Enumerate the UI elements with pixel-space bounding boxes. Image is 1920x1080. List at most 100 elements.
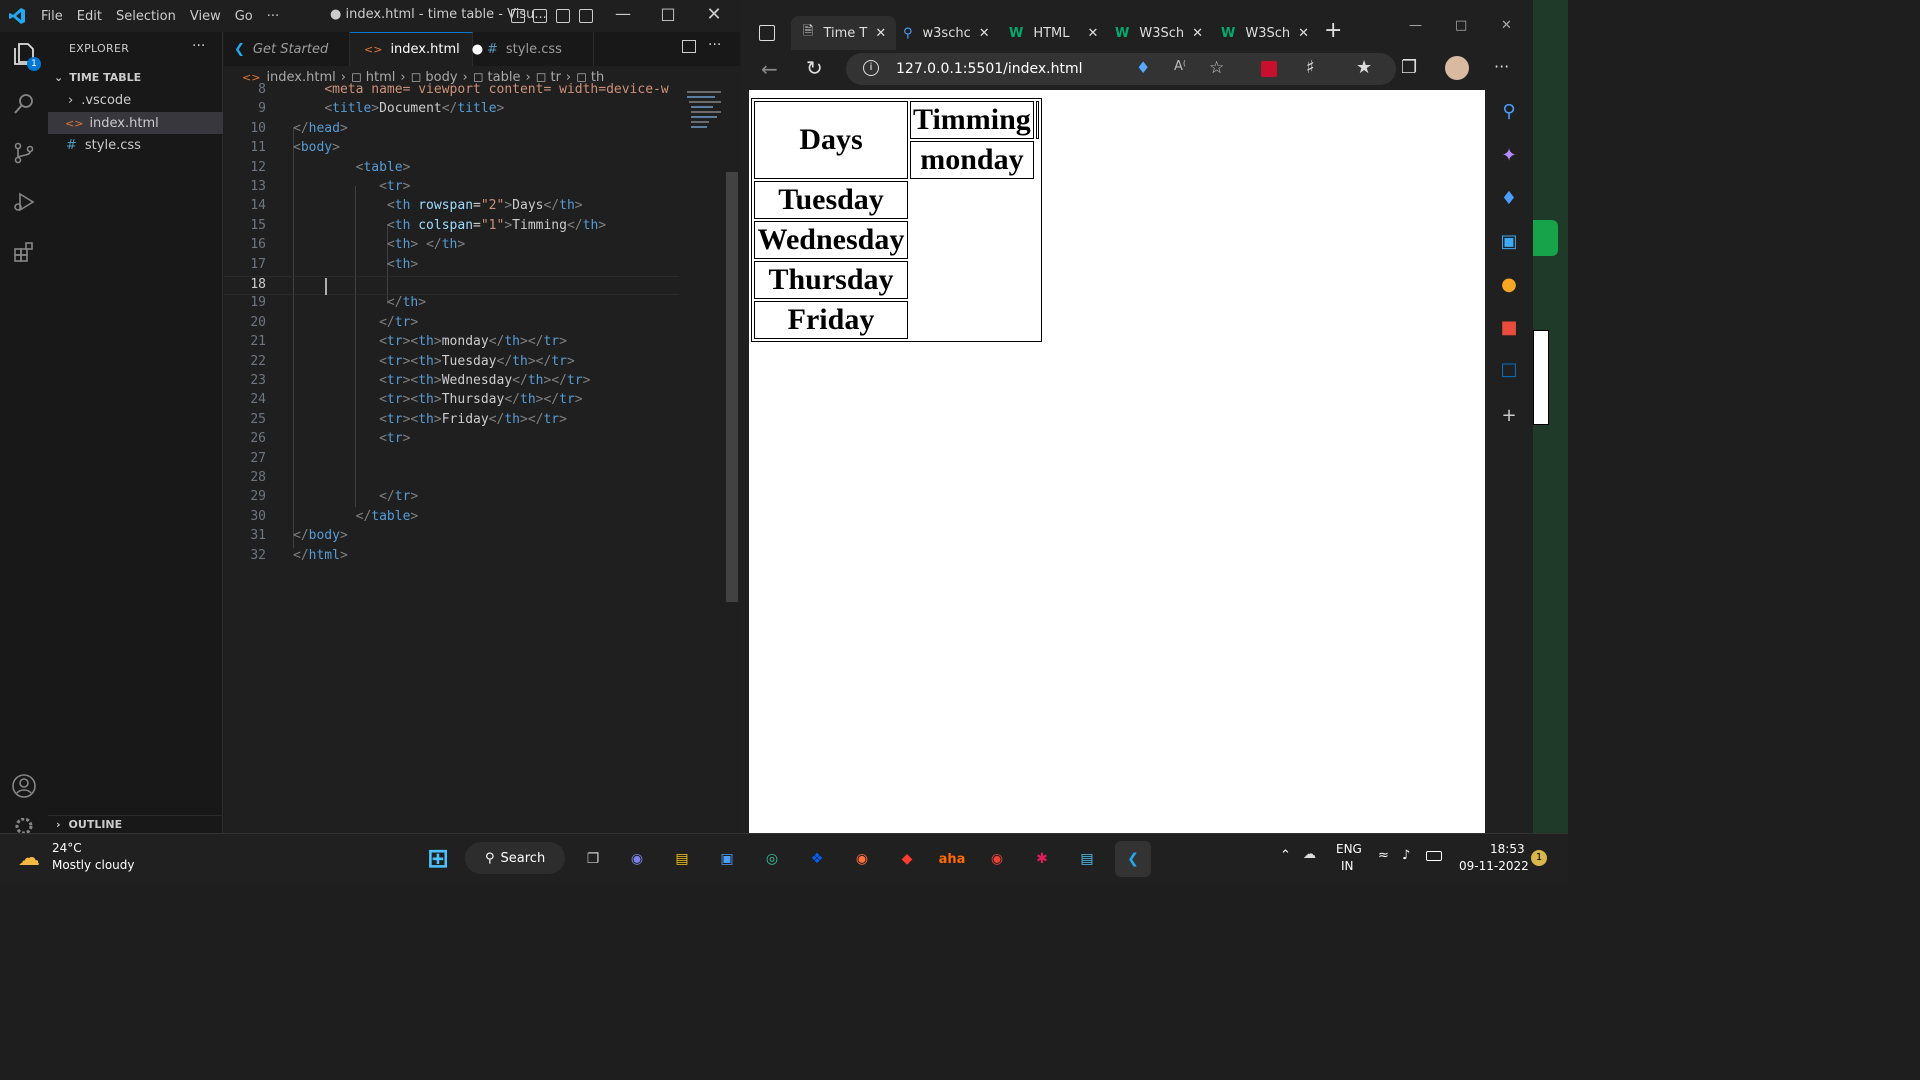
tab-get-started[interactable]: ❮ Get Started <box>224 32 350 66</box>
chrome-icon[interactable]: ◉ <box>982 844 1012 874</box>
browser-minimize-button[interactable]: — <box>1409 18 1422 33</box>
extensions-icon[interactable] <box>10 238 38 266</box>
battery-icon[interactable] <box>1426 851 1442 861</box>
maximize-button[interactable]: □ <box>648 4 688 23</box>
tree-item-index-html[interactable]: <> index.html <box>48 112 223 134</box>
notification-badge[interactable]: 1 <box>1531 850 1547 866</box>
favorites-icon[interactable]: ★ <box>1356 57 1372 78</box>
tree-item-style-css[interactable]: # style.css <box>48 134 223 156</box>
code-line[interactable]: 26 <tr> <box>224 431 679 450</box>
show-hidden-icons-chevron-icon[interactable]: ⌃ <box>1280 848 1291 863</box>
close-tab-icon[interactable]: ✕ <box>1298 26 1309 41</box>
code-line[interactable]: 16 <th> </th> <box>224 237 679 256</box>
close-window-button[interactable]: ✕ <box>694 4 734 25</box>
edge-icon[interactable]: ◎ <box>757 844 787 874</box>
manage-gear-icon[interactable] <box>10 818 38 833</box>
close-tab-icon[interactable]: ✕ <box>979 26 990 41</box>
coupon-tag-icon[interactable]: ♦ <box>1136 58 1150 77</box>
editor-more-icon[interactable]: ··· <box>708 37 721 53</box>
menu-selection[interactable]: Selection <box>109 9 183 24</box>
folder-time-table[interactable]: ⌄ TIME TABLE <box>48 66 223 88</box>
language-label[interactable]: ENG <box>1336 842 1362 856</box>
clock-date[interactable]: 09-11-2022 <box>1459 859 1529 873</box>
close-tab-icon[interactable]: ✕ <box>875 26 886 41</box>
read-aloud-icon[interactable]: A⁽ <box>1174 59 1186 74</box>
browser-tab-w3schools-search[interactable]: ⚲ w3schc ✕ <box>903 16 1003 50</box>
dropbox-icon[interactable]: ❖ <box>802 844 832 874</box>
accounts-icon[interactable] <box>10 772 38 800</box>
tab-style-css[interactable]: # style.css <box>473 32 594 66</box>
menu-more[interactable]: ··· <box>260 9 286 24</box>
code-line[interactable]: 21 <tr><th>monday</th></tr> <box>224 334 679 353</box>
browser-tab-time-table[interactable]: 🗎 Time T ✕ <box>791 16 896 50</box>
browser-menu-icon[interactable]: ··· <box>1494 57 1509 76</box>
new-tab-icon[interactable]: + <box>1324 18 1342 43</box>
explorer-icon[interactable]: 1 <box>10 40 41 71</box>
collections-icon[interactable]: ❐ <box>1401 57 1417 78</box>
microsoft-store-icon[interactable]: ▣ <box>712 844 742 874</box>
customize-layout-icon[interactable] <box>579 9 593 23</box>
teams-chat-icon[interactable]: ◉ <box>622 844 652 874</box>
code-line[interactable]: 10 </head> <box>224 121 679 140</box>
weather-icon[interactable]: ☁ <box>18 846 40 871</box>
browser-tab-w3schools-2[interactable]: W W3Sch ✕ <box>1221 16 1321 50</box>
toggle-panel-icon[interactable] <box>533 9 547 23</box>
code-line[interactable]: 18 <box>224 276 679 296</box>
office-icon[interactable]: ■ <box>1498 316 1520 338</box>
code-line[interactable]: 27 <box>224 451 679 470</box>
file-explorer-icon[interactable]: ▤ <box>667 844 697 874</box>
explorer-more-button[interactable]: ··· <box>192 38 205 54</box>
toggle-secondary-sidebar-icon[interactable] <box>556 9 570 23</box>
code-line[interactable]: 22 <tr><th>Tuesday</th></tr> <box>224 354 679 373</box>
add-sidebar-app-icon[interactable]: + <box>1498 404 1520 426</box>
url-text[interactable]: 127.0.0.1:5501/index.html <box>896 61 1083 77</box>
copilot-icon[interactable]: ✦ <box>1498 144 1520 166</box>
anydesk-icon[interactable]: ◆ <box>892 844 922 874</box>
code-line[interactable]: 24 <tr><th>Thursday</th></tr> <box>224 392 679 411</box>
add-favorite-icon[interactable]: ☆ <box>1209 58 1224 78</box>
weather-desc[interactable]: Mostly cloudy <box>52 858 135 872</box>
refresh-icon[interactable]: ↻ <box>806 56 823 80</box>
source-control-icon[interactable] <box>10 139 38 167</box>
mcafee-extension-icon[interactable] <box>1261 61 1277 77</box>
games-icon[interactable]: ● <box>1498 273 1520 295</box>
code-line[interactable]: 11 <body> <box>224 140 679 159</box>
search-icon[interactable] <box>10 90 38 118</box>
vscode-taskbar-icon[interactable]: ❮ <box>1115 841 1151 877</box>
aha-icon[interactable]: aha <box>937 844 967 874</box>
profile-avatar[interactable] <box>1445 56 1469 80</box>
onedrive-icon[interactable]: ☁ <box>1303 847 1316 862</box>
tools-icon[interactable]: ▣ <box>1498 230 1520 252</box>
code-line[interactable]: 31 </body> <box>224 528 679 547</box>
code-line[interactable]: 8 <meta name= viewport content= width=de… <box>224 82 679 101</box>
tab-index-html[interactable]: <> index.html ● <box>350 32 483 66</box>
code-line[interactable]: 30 </table> <box>224 509 679 528</box>
weather-temp[interactable]: 24°C <box>52 841 82 855</box>
editor-scrollbar[interactable] <box>726 172 738 602</box>
run-debug-icon[interactable] <box>10 188 38 216</box>
close-tab-icon[interactable]: ✕ <box>1192 26 1203 41</box>
slack-icon[interactable]: ✱ <box>1027 844 1057 874</box>
sidebar-search-icon[interactable]: ⚲ <box>1498 100 1520 122</box>
minimap[interactable] <box>679 88 727 833</box>
browser-close-button[interactable]: ✕ <box>1501 18 1512 33</box>
minimize-button[interactable]: — <box>603 4 643 23</box>
clock-time[interactable]: 18:53 <box>1490 842 1525 856</box>
site-info-icon[interactable]: i <box>863 60 879 76</box>
code-line[interactable]: 17 <th> <box>224 257 679 276</box>
outline-section[interactable]: › OUTLINE <box>48 815 223 833</box>
code-line[interactable]: 13 <tr> <box>224 179 679 198</box>
start-button-icon[interactable]: ⊞ <box>423 844 453 874</box>
tree-item-vscode[interactable]: › .vscode <box>48 89 223 111</box>
volume-icon[interactable]: ♪ <box>1402 848 1410 863</box>
browser-tab-html[interactable]: W HTML ✕ <box>1009 16 1109 50</box>
code-line[interactable]: 25 <tr><th>Friday</th></tr> <box>224 412 679 431</box>
split-editor-icon[interactable] <box>682 40 696 53</box>
close-tab-icon[interactable]: ✕ <box>1088 26 1099 41</box>
code-line[interactable]: 32 </html> <box>224 548 679 567</box>
code-line[interactable]: 28 <box>224 470 679 489</box>
extensions-icon[interactable]: ♯ <box>1306 57 1315 78</box>
code-line[interactable]: 12 <table> <box>224 160 679 179</box>
menu-go[interactable]: Go <box>228 9 260 24</box>
language-region[interactable]: IN <box>1341 859 1354 873</box>
